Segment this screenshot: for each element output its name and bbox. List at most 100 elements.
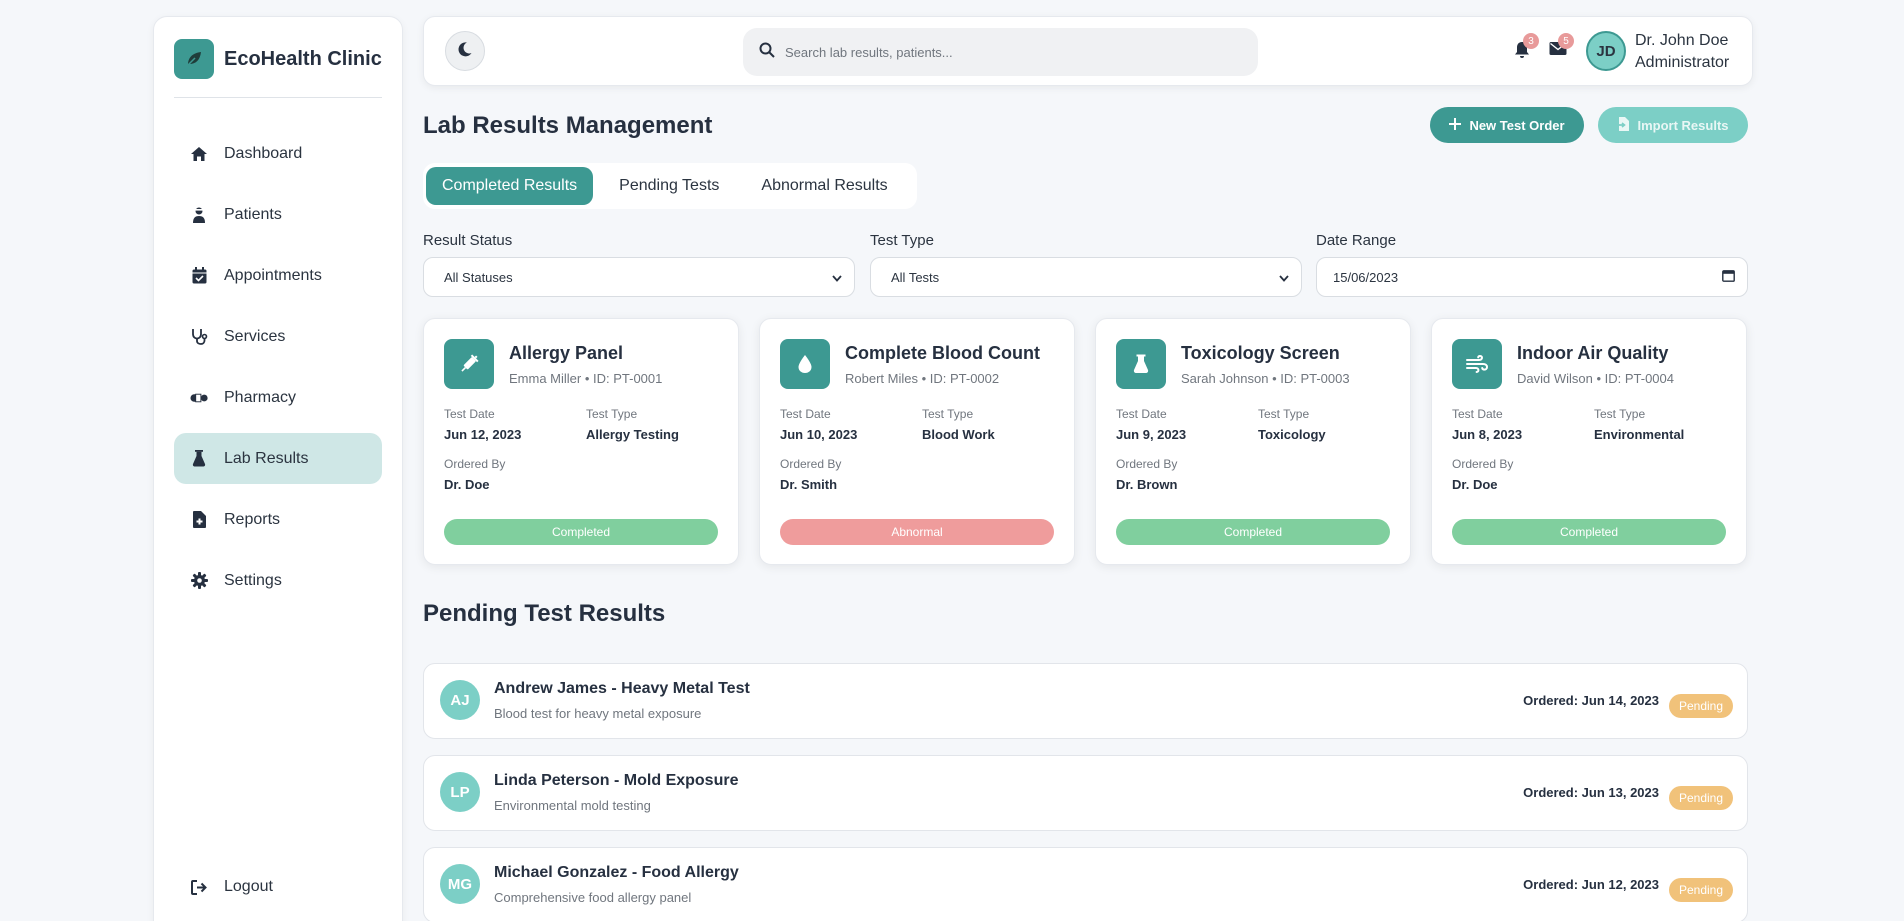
card-title: Allergy Panel <box>509 343 624 363</box>
avatar: AJ <box>440 680 480 720</box>
pills-icon <box>190 389 208 407</box>
lab-result-card[interactable]: Indoor Air Quality David Wilson • ID: PT… <box>1431 318 1747 565</box>
ordered-by-value: Dr. Doe <box>1452 477 1498 492</box>
lab-result-card[interactable]: Toxicology Screen Sarah Johnson • ID: PT… <box>1095 318 1411 565</box>
ordered-date: Ordered: Jun 14, 2023 <box>1523 693 1659 708</box>
pending-test-title: Andrew James - Heavy Metal Test <box>494 680 750 697</box>
sidebar-item-label: Pharmacy <box>224 388 297 406</box>
calendar-icon <box>1722 269 1735 285</box>
brand[interactable]: EcoHealth Clinic <box>154 17 402 79</box>
sidebar-item-label: Patients <box>224 205 282 223</box>
sidebar-item-label: Lab Results <box>224 449 309 467</box>
sidebar-item-label: Dashboard <box>224 144 303 162</box>
tab-pending-tests[interactable]: Pending Tests <box>603 167 735 205</box>
messages-button[interactable]: 5 <box>1549 33 1574 61</box>
ordered-date: Ordered: Jun 13, 2023 <box>1523 785 1659 800</box>
wind-icon <box>1452 339 1502 389</box>
search-bar <box>743 28 1258 76</box>
brand-name: EcoHealth Clinic <box>224 47 382 70</box>
tab-completed-results[interactable]: Completed Results <box>426 167 594 205</box>
logout-label: Logout <box>224 878 273 895</box>
search-input[interactable] <box>785 44 1225 60</box>
date-range-input[interactable]: 15/06/2023 <box>1316 257 1748 297</box>
user-injured-icon <box>190 206 208 224</box>
tab-abnormal-results[interactable]: Abnormal Results <box>745 167 903 205</box>
card-title: Toxicology Screen <box>1181 343 1340 363</box>
sidebar-item-label: Settings <box>224 571 282 589</box>
date-range-label: Date Range <box>1316 232 1397 249</box>
chevron-down-icon <box>832 270 842 285</box>
avatar: MG <box>440 864 480 904</box>
pending-test-description: Blood test for heavy metal exposure <box>494 706 702 721</box>
sidebar-item-settings[interactable]: Settings <box>174 555 382 606</box>
import-results-button[interactable]: Import Results <box>1598 107 1748 143</box>
status-badge: Completed <box>1452 519 1726 545</box>
page-title: Lab Results Management <box>423 112 713 139</box>
status-badge: Pending <box>1669 786 1733 810</box>
flask-icon <box>1116 339 1166 389</box>
theme-toggle-button[interactable] <box>445 31 485 71</box>
user-role: Administrator <box>1635 54 1730 71</box>
test-date-label: Test Date <box>444 407 495 421</box>
sidebar-item-reports[interactable]: Reports <box>174 494 382 545</box>
ordered-by-label: Ordered By <box>1116 457 1178 471</box>
test-date-value: Jun 8, 2023 <box>1452 427 1523 442</box>
status-badge: Pending <box>1669 694 1733 718</box>
moon-icon <box>457 41 473 62</box>
calendar-check-icon <box>190 267 208 285</box>
test-type-label: Test Type <box>586 407 638 421</box>
file-import-icon <box>1617 116 1637 134</box>
result-status-select[interactable]: All Statuses <box>423 257 855 297</box>
sidebar-item-dashboard[interactable]: Dashboard <box>174 128 382 179</box>
pending-test-title: Michael Gonzalez - Food Allergy <box>494 864 739 881</box>
card-patient: David Wilson • ID: PT-0004 <box>1517 371 1674 386</box>
sidebar-item-services[interactable]: Services <box>174 311 382 362</box>
test-type-label: Test Type <box>870 232 934 249</box>
notifications-button[interactable]: 3 <box>1514 33 1539 61</box>
notification-count-badge: 3 <box>1523 33 1539 49</box>
user-avatar[interactable]: JD <box>1586 31 1626 71</box>
sidebar-item-label: Services <box>224 327 286 345</box>
flask-icon <box>190 450 208 468</box>
test-date-label: Test Date <box>1452 407 1503 421</box>
pending-test-row[interactable]: MG Michael Gonzalez - Food Allergy Compr… <box>423 847 1748 921</box>
search-icon <box>759 42 775 63</box>
test-date-label: Test Date <box>780 407 831 421</box>
sidebar-item-appointments[interactable]: Appointments <box>174 250 382 301</box>
test-date-label: Test Date <box>1116 407 1167 421</box>
test-type-label: Test Type <box>922 407 974 421</box>
status-badge: Pending <box>1669 878 1733 902</box>
pending-test-row[interactable]: AJ Andrew James - Heavy Metal Test Blood… <box>423 663 1748 739</box>
ordered-by-label: Ordered By <box>780 457 842 471</box>
date-range-value: 15/06/2023 <box>1333 269 1399 285</box>
sidebar-item-label: Appointments <box>224 266 322 284</box>
test-date-value: Jun 9, 2023 <box>1116 427 1187 442</box>
droplet-icon <box>780 339 830 389</box>
lab-result-card[interactable]: Allergy Panel Emma Miller • ID: PT-0001 … <box>423 318 739 565</box>
new-test-order-label: New Test Order <box>1469 117 1565 133</box>
sidebar-item-lab-results[interactable]: Lab Results <box>174 433 382 484</box>
sign-out-icon <box>190 878 208 896</box>
test-type-value: All Tests <box>891 269 940 285</box>
sidebar-item-pharmacy[interactable]: Pharmacy <box>174 372 382 423</box>
result-status-value: All Statuses <box>444 269 513 285</box>
ordered-by-value: Dr. Smith <box>780 477 838 492</box>
ordered-by-value: Dr. Doe <box>444 477 490 492</box>
sidebar: EcoHealth Clinic Dashboard Patients Appo… <box>153 16 403 921</box>
new-test-order-button[interactable]: New Test Order <box>1430 107 1584 143</box>
divider <box>174 97 382 98</box>
test-type-value: Blood Work <box>922 427 995 442</box>
avatar: LP <box>440 772 480 812</box>
pending-test-row[interactable]: LP Linda Peterson - Mold Exposure Enviro… <box>423 755 1748 831</box>
ordered-by-label: Ordered By <box>1452 457 1514 471</box>
lab-result-card[interactable]: Complete Blood Count Robert Miles • ID: … <box>759 318 1075 565</box>
test-date-value: Jun 10, 2023 <box>780 427 858 442</box>
test-type-value: Allergy Testing <box>586 427 679 442</box>
test-type-select[interactable]: All Tests <box>870 257 1302 297</box>
sidebar-item-patients[interactable]: Patients <box>174 189 382 240</box>
user-name: Dr. John Doe <box>1635 32 1729 49</box>
ordered-date: Ordered: Jun 12, 2023 <box>1523 877 1659 892</box>
logout-button[interactable]: Logout <box>174 867 382 907</box>
sidebar-item-label: Reports <box>224 510 281 528</box>
home-icon <box>190 145 208 163</box>
